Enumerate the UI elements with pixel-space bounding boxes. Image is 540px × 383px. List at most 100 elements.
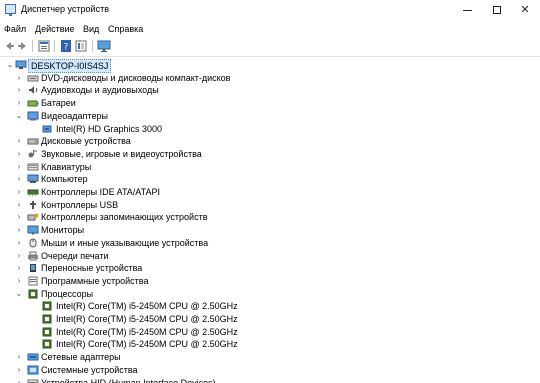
tree-category[interactable]: ⌄ Процессоры <box>0 288 540 301</box>
cpu-chip-icon <box>41 339 53 349</box>
device-label: Intel(R) Core(TM) i5-2450M CPU @ 2.50GHz <box>56 314 238 324</box>
toolbar-separator <box>92 40 93 52</box>
ide-controller-icon <box>27 187 39 197</box>
tree-category[interactable]: › Аудиовходы и аудиовыходы <box>0 84 540 97</box>
tree-category[interactable]: › Контроллеры IDE ATA/ATAPI <box>0 186 540 199</box>
forward-icon[interactable] <box>16 39 30 53</box>
expand-chevron-icon[interactable]: › <box>14 98 24 108</box>
portable-device-icon <box>27 263 39 273</box>
device-label: Сетевые адаптеры <box>41 352 121 363</box>
cpu-chip-icon <box>41 301 53 311</box>
expand-chevron-icon[interactable]: › <box>14 162 24 172</box>
dvd-icon <box>27 73 39 83</box>
tree-category[interactable]: › Программные устройства <box>0 275 540 288</box>
device-label: Компьютер <box>41 174 88 185</box>
close-button[interactable]: ✕ <box>510 0 540 20</box>
tree-category[interactable]: › Клавиатуры <box>0 161 540 174</box>
device-label: Контроллеры IDE ATA/ATAPI <box>41 187 160 197</box>
expand-chevron-icon[interactable]: › <box>14 212 24 222</box>
tree-device[interactable]: Intel(R) HD Graphics 3000 <box>0 123 540 136</box>
mouse-icon <box>27 238 39 248</box>
expand-chevron-icon[interactable]: › <box>14 263 24 273</box>
tree-category[interactable]: › Сетевые адаптеры <box>0 351 540 364</box>
tree-category[interactable]: › Мониторы <box>0 224 540 237</box>
tree-category[interactable]: › Звуковые, игровые и видеоустройства <box>0 148 540 161</box>
tree-category[interactable]: › Очереди печати <box>0 250 540 263</box>
device-label: Контроллеры запоминающих устройств <box>41 212 208 223</box>
device-label: Intel(R) HD Graphics 3000 <box>56 123 163 134</box>
expand-chevron-icon[interactable]: › <box>14 200 24 210</box>
tree-root[interactable]: ⌄ DESKTOP-I0IS4SJ <box>0 59 540 73</box>
menu-help[interactable]: Справка <box>108 24 143 34</box>
window-title: Диспетчер устройств <box>21 4 109 14</box>
tree-category[interactable]: › Системные устройства <box>0 364 540 377</box>
tree-category[interactable]: › Устройства HID (Human Interface Devices… <box>0 377 540 383</box>
device-label: Переносные устройства <box>41 263 143 274</box>
device-label: Дисковые устройства <box>41 136 131 147</box>
sound-icon <box>27 149 39 159</box>
title-bar: Диспетчер устройств ✕ <box>0 0 540 20</box>
help-icon[interactable]: ? <box>59 39 73 53</box>
expand-chevron-icon[interactable]: › <box>14 73 24 83</box>
device-label: Батареи <box>41 98 76 109</box>
expand-chevron-icon[interactable]: › <box>14 149 24 159</box>
device-label: Intel(R) Core(TM) i5-2450M CPU @ 2.50GHz <box>56 301 238 312</box>
expand-chevron-icon[interactable]: › <box>14 174 24 184</box>
view-icon[interactable] <box>74 39 88 53</box>
network-adapter-icon <box>27 352 39 362</box>
computer-root-icon <box>15 60 27 70</box>
tree-device[interactable]: Intel(R) Core(TM) i5-2450M CPU @ 2.50GHz <box>0 338 540 351</box>
expand-chevron-icon[interactable]: › <box>14 365 24 375</box>
properties-icon[interactable] <box>37 39 51 53</box>
tree-category[interactable]: › Переносные устройства <box>0 262 540 275</box>
display-chip-icon <box>41 124 53 134</box>
device-label: Intel(R) Core(TM) i5-2450M CPU @ 2.50GHz <box>56 326 238 337</box>
collapse-chevron-icon[interactable]: ⌄ <box>14 111 24 121</box>
device-tree[interactable]: ⌄ DESKTOP-I0IS4SJ › DVD-дисководы и дисково… <box>0 56 540 383</box>
tree-category[interactable]: ⌄ Видеоадаптеры <box>0 110 540 123</box>
tree-device[interactable]: Intel(R) Core(TM) i5-2450M CPU @ 2.50GHz <box>0 300 540 313</box>
menu-file[interactable]: Файл <box>4 24 26 34</box>
device-label: DVD-дисководы и дисководы компакт-дисков <box>41 72 231 83</box>
tree-category[interactable]: › Батареи <box>0 97 540 110</box>
menu-view[interactable]: Вид <box>83 24 99 34</box>
device-label: Системные устройства <box>41 364 138 375</box>
maximize-icon <box>493 6 501 15</box>
minimize-button[interactable] <box>452 0 482 20</box>
keyboard-icon <box>27 162 39 172</box>
collapse-chevron-icon[interactable]: ⌄ <box>5 60 15 70</box>
expand-chevron-icon[interactable]: › <box>14 187 24 197</box>
expand-chevron-icon[interactable]: › <box>14 238 24 248</box>
back-icon[interactable] <box>2 39 16 53</box>
expand-chevron-icon[interactable]: › <box>14 225 24 235</box>
device-label: Контроллеры USB <box>41 199 119 210</box>
display-adapter-icon <box>27 111 39 121</box>
expand-chevron-icon[interactable]: › <box>14 85 24 95</box>
svg-text:?: ? <box>64 43 69 53</box>
maximize-button[interactable] <box>482 0 512 20</box>
tree-category[interactable]: › DVD-дисководы и дисководы компакт-диско… <box>0 72 540 85</box>
device-label: Звуковые, игровые и видеоустройства <box>41 148 202 159</box>
expand-chevron-icon[interactable]: › <box>14 136 24 146</box>
device-label: Процессоры <box>41 288 94 299</box>
vertical-scrollbar[interactable] <box>530 56 540 383</box>
device-label: Видеоадаптеры <box>41 110 108 121</box>
expand-chevron-icon[interactable]: › <box>14 276 24 286</box>
expand-chevron-icon[interactable]: › <box>14 378 24 383</box>
tree-device[interactable]: Intel(R) Core(TM) i5-2450M CPU @ 2.50GHz <box>0 313 540 326</box>
tree-category[interactable]: › Контроллеры USB <box>0 199 540 212</box>
tree-category[interactable]: › Дисковые устройства <box>0 135 540 148</box>
monitor-icon[interactable] <box>97 39 111 53</box>
tree-category[interactable]: › Контроллеры запоминающих устройств <box>0 211 540 224</box>
device-label: Аудиовходы и аудиовыходы <box>41 85 159 96</box>
expand-chevron-icon[interactable]: › <box>14 352 24 362</box>
menu-action[interactable]: Действие <box>35 24 75 34</box>
tree-category[interactable]: › Мыши и иные указывающие устройства <box>0 237 540 250</box>
expand-chevron-icon[interactable]: › <box>14 251 24 261</box>
hid-icon <box>27 378 39 383</box>
computer-icon <box>27 174 39 184</box>
tree-category[interactable]: › Компьютер <box>0 173 540 186</box>
collapse-chevron-icon[interactable]: ⌄ <box>14 289 24 299</box>
tree-device[interactable]: Intel(R) Core(TM) i5-2450M CPU @ 2.50GHz <box>0 326 540 339</box>
toolbar: ? <box>0 38 540 55</box>
